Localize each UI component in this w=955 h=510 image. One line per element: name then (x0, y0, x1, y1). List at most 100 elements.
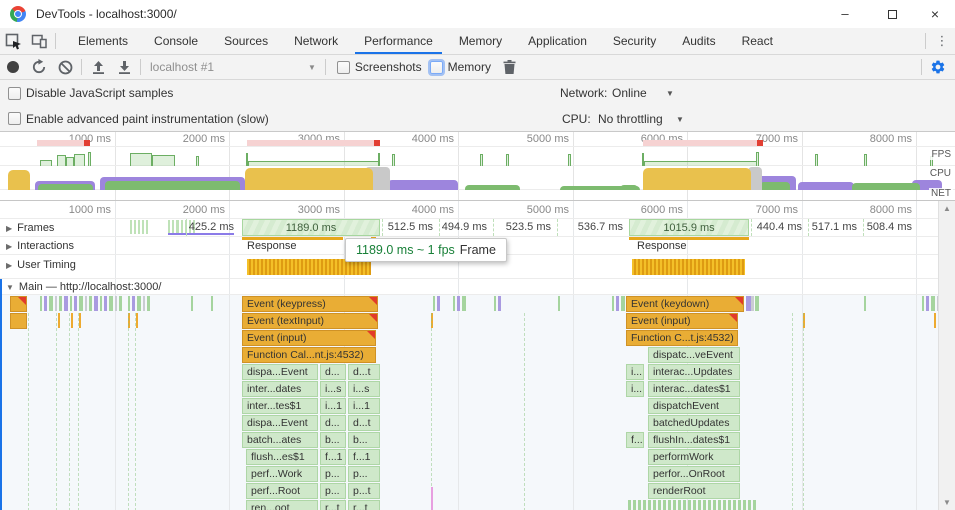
flame-node[interactable]: inter...tes$1 (242, 398, 318, 414)
scroll-down-icon[interactable]: ▼ (939, 498, 955, 507)
frame-cell[interactable]: 512.5 ms (382, 219, 437, 236)
tab-performance[interactable]: Performance (351, 28, 446, 54)
flame-node[interactable]: dispatchEvent (648, 398, 740, 414)
flame-node[interactable]: perf...Root (246, 483, 318, 499)
user-timing-track-label[interactable]: ▶User Timing (6, 259, 76, 271)
flame-node[interactable]: renderRoot (648, 483, 740, 499)
network-select[interactable]: Online (612, 86, 647, 100)
tab-application[interactable]: Application (515, 28, 600, 54)
flame-node[interactable]: d... (320, 415, 346, 431)
frame-cell[interactable]: 1015.9 ms (629, 219, 749, 236)
flame-node[interactable]: d...t (348, 364, 380, 380)
clear-icon[interactable] (52, 55, 78, 79)
event-block[interactable] (10, 296, 27, 312)
flame-node[interactable]: perfor...OnRoot (648, 466, 740, 482)
tab-react[interactable]: React (729, 28, 786, 54)
frame-cell[interactable]: 523.5 ms (493, 219, 555, 236)
flame-node[interactable]: dispa...Event (242, 364, 318, 380)
flame-node[interactable]: Event (textInput) (242, 313, 378, 329)
maximize-button[interactable] (872, 0, 912, 28)
history-select[interactable]: localhost #1 (144, 60, 302, 74)
minimize-button[interactable]: – (825, 0, 865, 28)
flame-node[interactable]: p...t (348, 483, 380, 499)
flame-node[interactable]: b... (348, 432, 380, 448)
flame-node[interactable]: r...t (348, 500, 380, 510)
tab-security[interactable]: Security (600, 28, 669, 54)
settings-gear-icon[interactable] (925, 55, 951, 79)
event-block[interactable] (10, 313, 27, 329)
tab-audits[interactable]: Audits (669, 28, 728, 54)
user-timing-bar[interactable] (632, 259, 745, 275)
vertical-scrollbar[interactable]: ▲ ▼ (938, 201, 955, 510)
flame-node[interactable]: b... (320, 432, 346, 448)
frame-cell[interactable]: 425.2 ms (186, 219, 238, 236)
tab-memory[interactable]: Memory (446, 28, 515, 54)
flame-node[interactable]: i...s (348, 381, 380, 397)
frame-cell[interactable]: 440.4 ms (751, 219, 806, 236)
flame-node[interactable]: Event (keypress) (242, 296, 378, 312)
chevron-down-icon[interactable]: ▼ (302, 63, 322, 72)
flame-node[interactable]: interac...Updates (648, 364, 740, 380)
flame-node[interactable]: Event (keydown) (626, 296, 744, 312)
flame-node[interactable]: p... (320, 483, 346, 499)
flame-node[interactable]: d... (320, 364, 346, 380)
flame-node[interactable]: Event (input) (626, 313, 738, 329)
interactions-track-label[interactable]: ▶Interactions (6, 240, 74, 252)
flame-node[interactable]: inter...dates (242, 381, 318, 397)
main-track-label[interactable]: ▼Main — http://localhost:3000/ (6, 281, 161, 293)
flame-node[interactable]: f...1 (348, 449, 380, 465)
frame-cell[interactable]: 494.9 ms (439, 219, 491, 236)
tab-network[interactable]: Network (281, 28, 351, 54)
flame-node[interactable]: perf...Work (246, 466, 318, 482)
flame-node[interactable]: p... (320, 466, 346, 482)
flame-node[interactable]: flushIn...dates$1 (648, 432, 740, 448)
trash-icon[interactable] (497, 55, 523, 79)
frames-track-label[interactable]: ▶Frames (6, 222, 54, 234)
flame-node[interactable]: batchedUpdates (648, 415, 740, 431)
cpu-throttling-select[interactable]: No throttling (598, 112, 663, 126)
flame-node[interactable]: batch...ates (242, 432, 318, 448)
flame-node[interactable]: r...t (320, 500, 346, 510)
device-toolbar-icon[interactable] (26, 28, 52, 54)
disable-js-samples-checkbox[interactable] (8, 87, 21, 100)
reload-and-profile-icon[interactable] (26, 55, 52, 79)
flame-node[interactable]: f... (626, 432, 644, 448)
flame-node[interactable]: i... (626, 381, 644, 397)
flame-node[interactable]: Function C...t.js:4532) (626, 330, 738, 346)
flame-node[interactable]: d...t (348, 415, 380, 431)
save-profile-icon[interactable] (111, 55, 137, 79)
tab-elements[interactable]: Elements (65, 28, 141, 54)
inspect-element-icon[interactable] (0, 28, 26, 54)
flame-node[interactable]: i...1 (320, 398, 346, 414)
more-options-icon[interactable]: ⋮ (929, 33, 955, 49)
frame-cell[interactable]: 536.7 ms (557, 219, 627, 236)
flame-node[interactable]: Event (input) (242, 330, 376, 346)
close-button[interactable]: × (915, 0, 955, 28)
flame-node[interactable]: ren...oot (246, 500, 318, 510)
tab-sources[interactable]: Sources (211, 28, 281, 54)
memory-checkbox[interactable] (430, 61, 443, 74)
flame-node[interactable]: i... (626, 364, 644, 380)
tab-console[interactable]: Console (141, 28, 211, 54)
flame-node[interactable]: f...1 (320, 449, 346, 465)
frame-cell[interactable]: 508.4 ms (863, 219, 916, 236)
flame-node[interactable]: flush...es$1 (246, 449, 318, 465)
frame-cell[interactable]: 517.1 ms (808, 219, 861, 236)
scroll-up-icon[interactable]: ▲ (939, 204, 955, 213)
chevron-down-icon[interactable]: ▼ (676, 115, 684, 124)
paint-instrumentation-checkbox[interactable] (8, 112, 21, 125)
load-profile-icon[interactable] (85, 55, 111, 79)
flame-node[interactable]: dispa...Event (242, 415, 318, 431)
flame-node[interactable]: interac...dates$1 (648, 381, 740, 397)
flame-node[interactable]: p... (348, 466, 380, 482)
frame-cell[interactable]: 1189.0 ms (242, 219, 380, 236)
flame-node[interactable]: dispatc...veEvent (648, 347, 740, 363)
flame-node[interactable]: Function Cal...nt.js:4532) (242, 347, 376, 363)
flame-node[interactable]: performWork (648, 449, 740, 465)
timeline-overview[interactable]: 1000 ms2000 ms3000 ms4000 ms5000 ms6000 … (0, 132, 955, 200)
record-button[interactable] (0, 55, 26, 79)
flame-node[interactable]: i...1 (348, 398, 380, 414)
chevron-down-icon[interactable]: ▼ (666, 89, 674, 98)
screenshots-checkbox[interactable] (337, 61, 350, 74)
flame-node[interactable]: i...s (320, 381, 346, 397)
